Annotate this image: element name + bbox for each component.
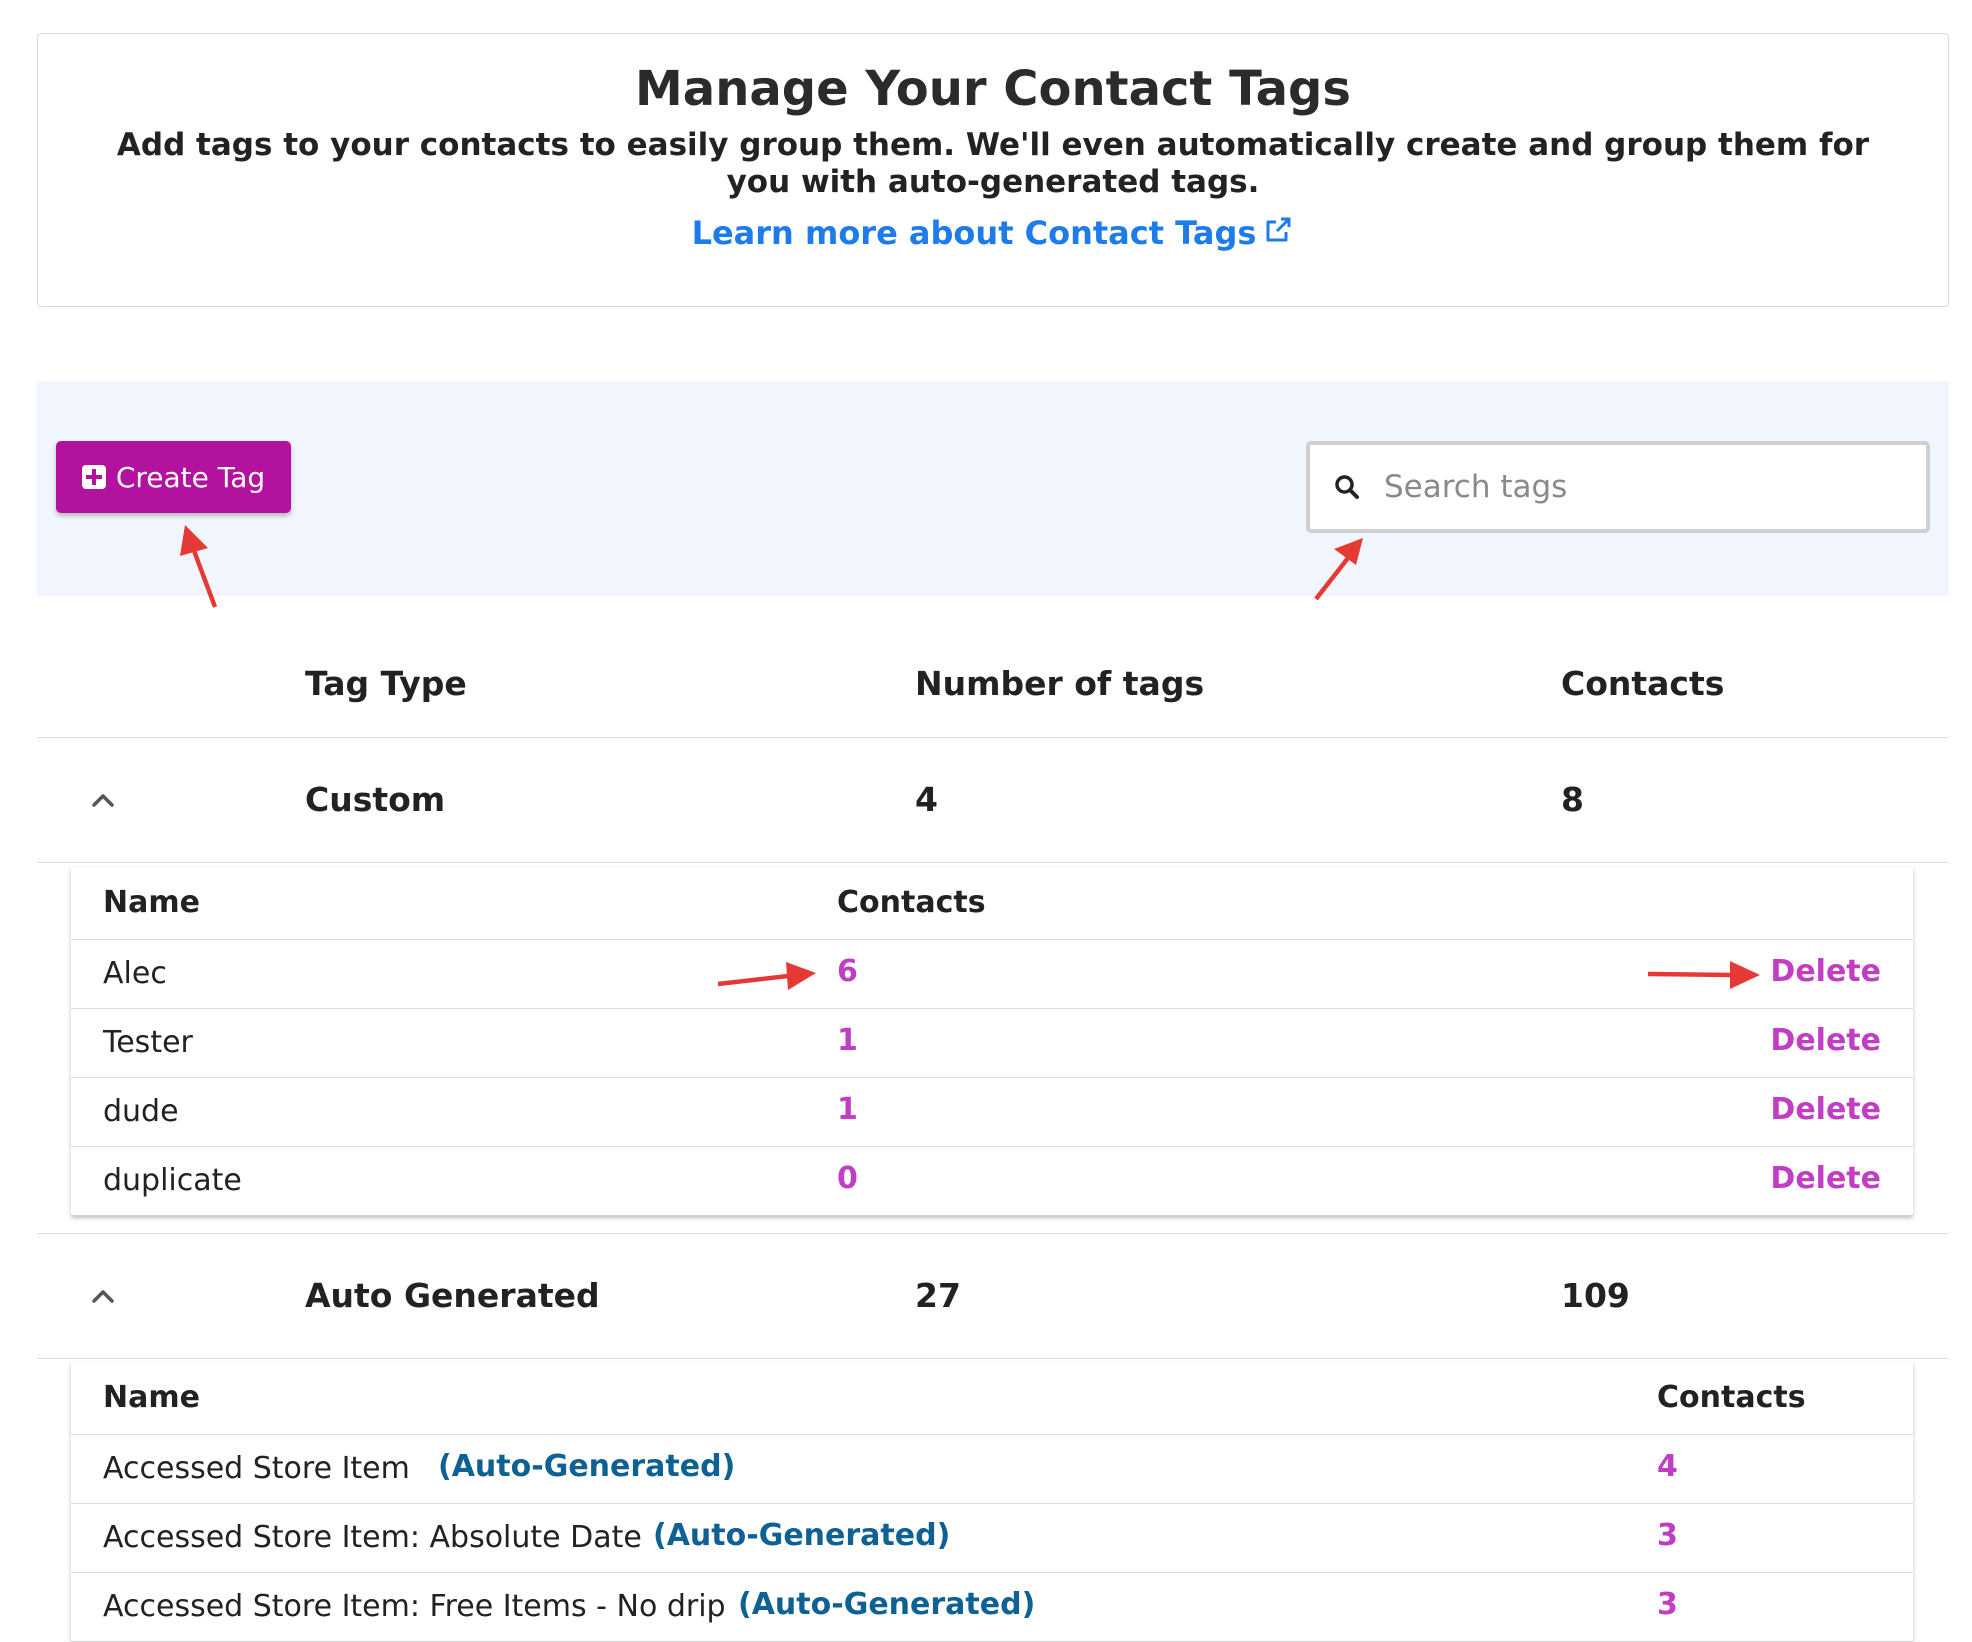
- tag-type-table: Tag Type Number of tags Contacts Custom …: [37, 626, 1949, 1642]
- contacts-subheader: Contacts: [1657, 1380, 1806, 1415]
- tag-contacts-count[interactable]: 4: [1657, 1449, 1678, 1484]
- group-row-auto-generated[interactable]: Auto Generated 27 109: [37, 1233, 1949, 1359]
- tag-name: Accessed Store Item: Free Items - No dri…: [103, 1589, 726, 1624]
- delete-button[interactable]: Delete: [1770, 1092, 1881, 1127]
- toolbar: Create Tag: [37, 381, 1949, 596]
- search-icon: [1335, 475, 1359, 499]
- name-header: Name: [103, 885, 200, 920]
- tag-name: Accessed Store Item: [103, 1451, 410, 1486]
- group-tag-type: Auto Generated: [305, 1276, 600, 1315]
- tag-contacts-count[interactable]: 6: [837, 954, 858, 989]
- search-box: [1306, 441, 1930, 533]
- tag-contacts-count[interactable]: 1: [837, 1023, 858, 1058]
- page-description: Add tags to your contacts to easily grou…: [116, 127, 1870, 201]
- table-row: Accessed Store Item: Absolute Date (Auto…: [71, 1504, 1913, 1573]
- page-title: Manage Your Contact Tags: [635, 61, 1351, 117]
- chevron-up-icon[interactable]: [83, 1276, 123, 1316]
- group-number-of-tags: 4: [915, 780, 938, 819]
- name-header: Name: [103, 1380, 200, 1415]
- header-card: Manage Your Contact Tags Add tags to you…: [37, 33, 1949, 307]
- table-header-row: Tag Type Number of tags Contacts: [37, 626, 1949, 738]
- external-link-icon: [1266, 217, 1291, 242]
- tag-name: duplicate: [103, 1163, 242, 1198]
- subtable-header: Name Contacts: [71, 1362, 1913, 1435]
- table-row: Accessed Store Item: Free Items - No dri…: [71, 1573, 1913, 1641]
- group-contacts: 8: [1561, 780, 1584, 819]
- tag-contacts-count[interactable]: 3: [1657, 1518, 1678, 1553]
- tag-name: Tester: [103, 1025, 193, 1060]
- subtable-header: Name Contacts: [71, 867, 1913, 940]
- contacts-subheader: Contacts: [837, 885, 986, 920]
- group-tag-type: Custom: [305, 780, 446, 819]
- search-input[interactable]: [1382, 468, 1866, 506]
- contacts-header: Contacts: [1561, 664, 1725, 703]
- delete-button[interactable]: Delete: [1770, 1161, 1881, 1196]
- tag-name: Alec: [103, 956, 167, 991]
- table-row: duplicate 0 Delete: [71, 1147, 1913, 1215]
- auto-generated-badge: (Auto-Generated): [738, 1587, 1036, 1622]
- chevron-up-icon[interactable]: [83, 780, 123, 820]
- delete-button[interactable]: Delete: [1770, 1023, 1881, 1058]
- auto-generated-tags-subtable: Name Contacts Accessed Store Item (Auto-…: [71, 1362, 1913, 1642]
- tag-name: Accessed Store Item: Absolute Date: [103, 1520, 642, 1555]
- auto-generated-badge: (Auto-Generated): [438, 1449, 736, 1484]
- table-row: Accessed Store Item (Auto-Generated) 4: [71, 1435, 1913, 1504]
- tag-contacts-count[interactable]: 1: [837, 1092, 858, 1127]
- plus-square-icon: [81, 465, 106, 489]
- create-tag-button[interactable]: Create Tag: [56, 441, 291, 513]
- tag-contacts-count[interactable]: 0: [837, 1161, 858, 1196]
- auto-generated-badge: (Auto-Generated): [653, 1518, 951, 1553]
- create-tag-label: Create Tag: [115, 460, 266, 494]
- tag-type-header: Tag Type: [305, 664, 467, 703]
- tag-name: dude: [103, 1094, 179, 1129]
- tag-contacts-count[interactable]: 3: [1657, 1587, 1678, 1622]
- group-number-of-tags: 27: [915, 1276, 961, 1315]
- table-row: Tester 1 Delete: [71, 1009, 1913, 1078]
- number-of-tags-header: Number of tags: [915, 664, 1205, 703]
- delete-button[interactable]: Delete: [1770, 954, 1881, 989]
- group-contacts: 109: [1561, 1276, 1630, 1315]
- table-row: Alec 6 Delete: [71, 940, 1913, 1009]
- group-row-custom[interactable]: Custom 4 8: [37, 738, 1949, 863]
- learn-more-label: Learn more about Contact Tags: [691, 214, 1257, 253]
- custom-tags-subtable: Name Contacts Alec 6 Delete Tester 1 Del…: [71, 867, 1913, 1216]
- table-row: dude 1 Delete: [71, 1078, 1913, 1147]
- learn-more-link[interactable]: Learn more about Contact Tags: [692, 214, 1295, 252]
